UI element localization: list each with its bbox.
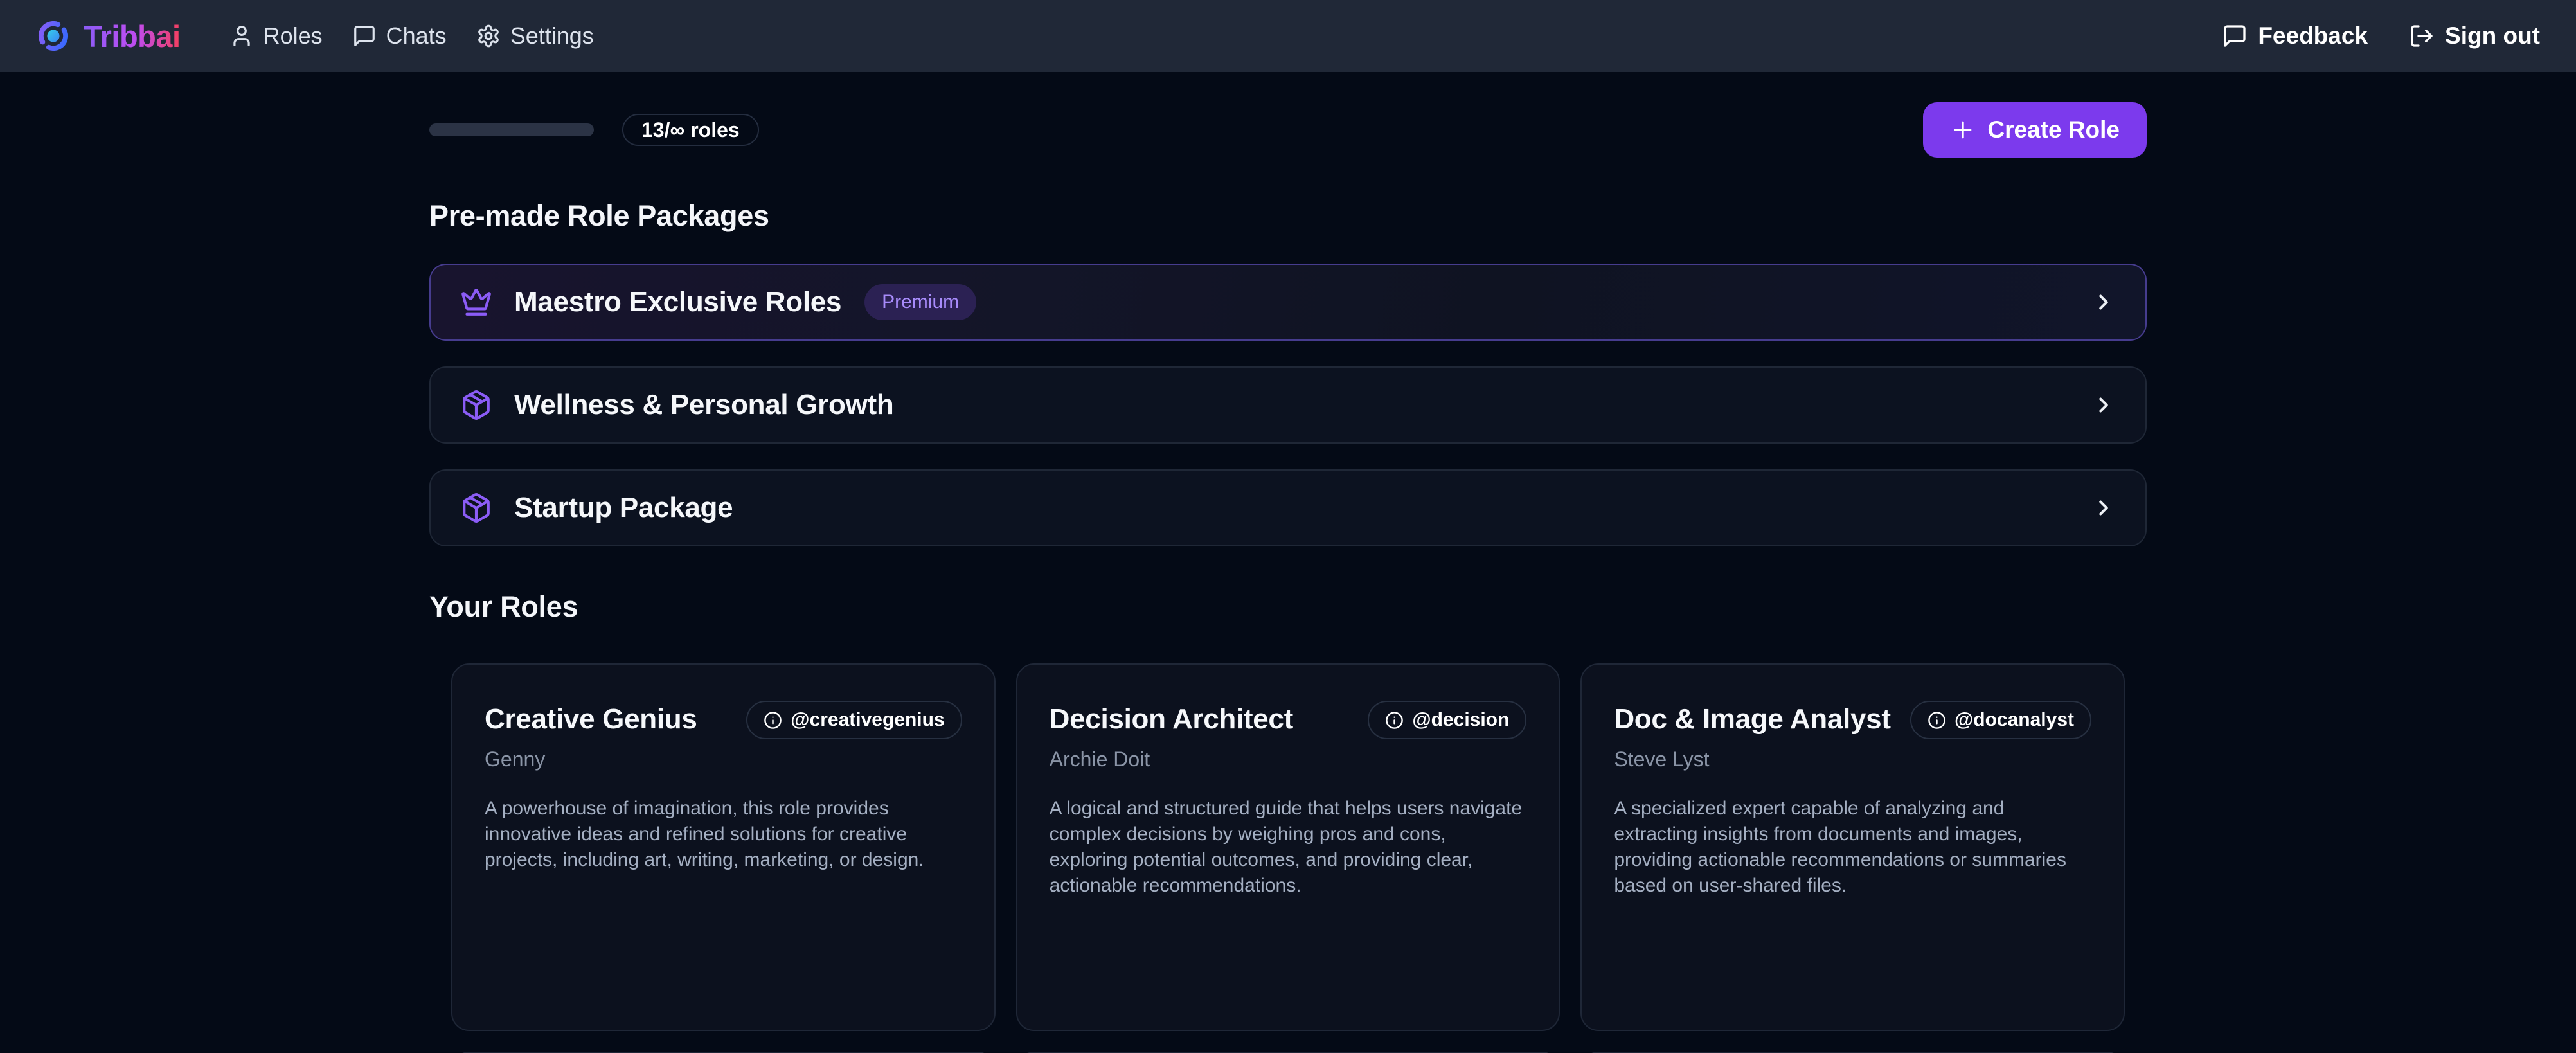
feedback-button[interactable]: Feedback: [2222, 22, 2368, 50]
nav-item-chats[interactable]: Chats: [352, 22, 447, 50]
role-title: Doc & Image Analyst: [1614, 701, 1890, 735]
role-subtitle: Genny: [485, 748, 962, 771]
chat-bubble-icon: [352, 24, 377, 48]
role-handle: @decision: [1412, 709, 1509, 731]
role-card-doc-image-analyst[interactable]: Doc & Image Analyst @docanalyst Steve Ly…: [1580, 663, 2125, 1031]
nav-item-label: Roles: [264, 22, 323, 50]
nav-item-label: Chats: [386, 22, 447, 50]
create-role-button[interactable]: Create Role: [1923, 102, 2147, 158]
brand-name: Tribbai: [84, 19, 181, 54]
info-icon: [764, 711, 782, 730]
info-icon: [1385, 711, 1404, 730]
role-handle: @creativegenius: [791, 709, 944, 731]
role-description: A powerhouse of imagination, this role p…: [485, 796, 960, 873]
package-title: Startup Package: [514, 492, 733, 524]
role-card-creative-genius[interactable]: Creative Genius @creativegenius Genny A …: [451, 663, 996, 1031]
package-title: Maestro Exclusive Roles: [514, 286, 841, 318]
role-title: Creative Genius: [485, 701, 697, 735]
role-handle: @docanalyst: [1954, 709, 2074, 731]
package-icon: [460, 492, 492, 524]
role-handle-badge[interactable]: @creativegenius: [746, 701, 962, 739]
plus-icon: [1950, 117, 1976, 143]
package-row-maestro[interactable]: Maestro Exclusive Roles Premium: [429, 264, 2147, 341]
package-row-startup[interactable]: Startup Package: [429, 469, 2147, 546]
chevron-right-icon: [2091, 393, 2116, 417]
role-description: A logical and structured guide that help…: [1050, 796, 1525, 899]
signout-label: Sign out: [2445, 22, 2540, 50]
packages-heading: Pre-made Role Packages: [429, 199, 2147, 233]
main-content: 13/∞ roles Create Role Pre-made Role Pac…: [429, 102, 2147, 1053]
top-navbar: Tribbai Roles Chats Settings: [0, 0, 2576, 72]
chevron-right-icon: [2091, 496, 2116, 520]
roles-progress-bar: [429, 123, 594, 136]
nav-item-settings[interactable]: Settings: [476, 22, 594, 50]
role-subtitle: Archie Doit: [1050, 748, 1527, 771]
package-row-wellness[interactable]: Wellness & Personal Growth: [429, 366, 2147, 444]
feedback-label: Feedback: [2258, 22, 2368, 50]
logout-icon: [2409, 23, 2435, 49]
nav-item-label: Settings: [510, 22, 594, 50]
role-handle-badge[interactable]: @docanalyst: [1910, 701, 2091, 739]
role-card-decision-architect[interactable]: Decision Architect @decision Archie Doit…: [1016, 663, 1561, 1031]
role-cards-grid: Creative Genius @creativegenius Genny A …: [429, 663, 2147, 1031]
role-title: Decision Architect: [1050, 701, 1293, 735]
tribbai-logo-icon: [36, 19, 71, 53]
create-role-label: Create Role: [1987, 116, 2120, 143]
premium-badge: Premium: [864, 284, 976, 320]
roles-count-badge: 13/∞ roles: [622, 114, 759, 146]
role-subtitle: Steve Lyst: [1614, 748, 2091, 771]
roles-toolbar: 13/∞ roles Create Role: [429, 102, 2147, 158]
roles-count-text: 13/∞ roles: [641, 118, 740, 142]
brand-logo[interactable]: Tribbai: [36, 19, 181, 54]
package-icon: [460, 389, 492, 421]
crown-icon: [460, 286, 492, 318]
role-handle-badge[interactable]: @decision: [1368, 701, 1526, 739]
user-icon: [229, 24, 254, 48]
info-icon: [1928, 711, 1946, 730]
chevron-right-icon: [2091, 290, 2116, 314]
nav-item-roles[interactable]: Roles: [229, 22, 323, 50]
your-roles-heading: Your Roles: [429, 590, 2147, 624]
gear-icon: [476, 24, 501, 48]
package-title: Wellness & Personal Growth: [514, 389, 893, 421]
role-description: A specialized expert capable of analyzin…: [1614, 796, 2089, 899]
feedback-chat-icon: [2222, 23, 2248, 49]
sign-out-button[interactable]: Sign out: [2409, 22, 2540, 50]
